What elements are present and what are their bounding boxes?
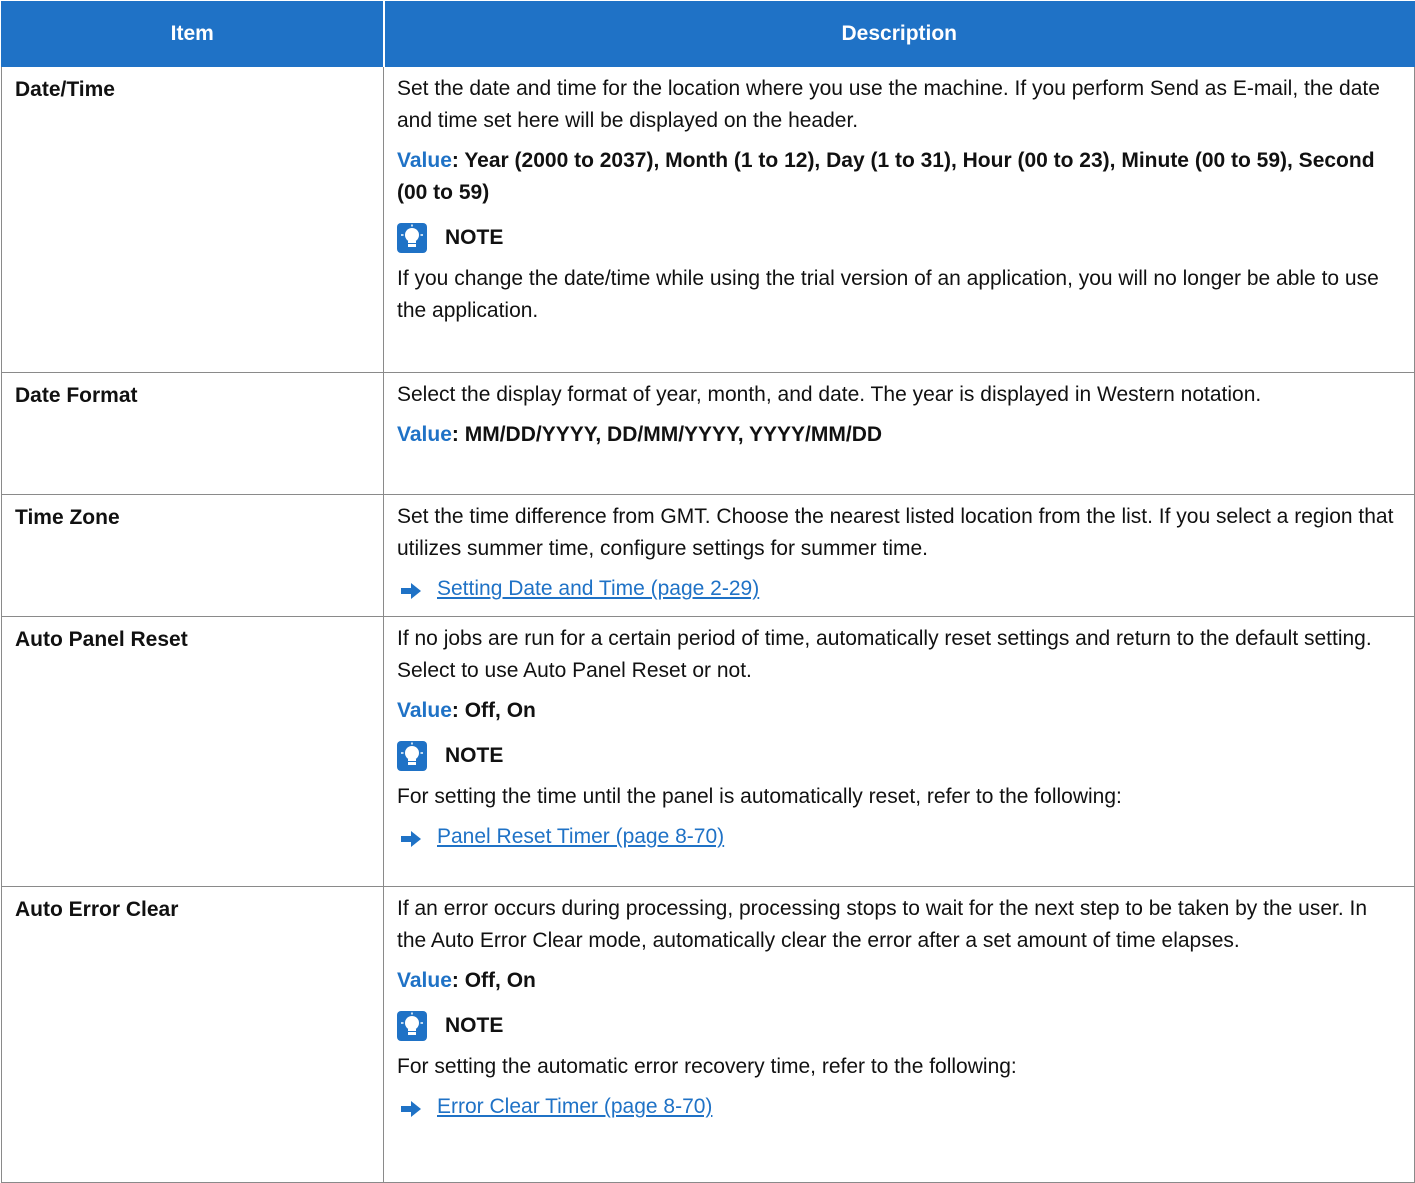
header-row: Item Description (1, 1, 1415, 67)
reference-link-line: Setting Date and Time (page 2-29) (397, 573, 1400, 605)
lightbulb-note-icon (397, 741, 427, 771)
table-row-time-zone: Time Zone Set the time difference from G… (1, 494, 1415, 617)
note-header: NOTE (397, 739, 1400, 773)
value-text: : Year (2000 to 2037), Month (1 to 12), … (397, 149, 1375, 204)
note-title: NOTE (445, 1014, 504, 1037)
description-text: If no jobs are run for a certain period … (397, 627, 1372, 682)
value-line: Value: Off, On (397, 695, 1400, 727)
note-header: NOTE (397, 221, 1400, 255)
note-title: NOTE (445, 226, 504, 249)
value-text: : Off, On (451, 969, 536, 992)
note-title: NOTE (445, 744, 504, 767)
reference-link[interactable]: Panel Reset Timer (page 8-70) (437, 825, 724, 849)
description-text: Select the display format of year, month… (397, 383, 1262, 406)
right-arrow-icon (401, 581, 421, 599)
reference-link[interactable]: Setting Date and Time (page 2-29) (437, 577, 759, 601)
value-line: Value: Year (2000 to 2037), Month (1 to … (397, 145, 1400, 209)
value-label: Value (397, 969, 452, 992)
value-label: Value (397, 149, 452, 172)
table-row-auto-error-clear: Auto Error Clear If an error occurs duri… (1, 886, 1415, 1183)
description-text: Set the time difference from GMT. Choose… (397, 505, 1394, 560)
description-text: If an error occurs during processing, pr… (397, 897, 1368, 952)
header-item: Item (1, 1, 384, 67)
right-arrow-icon (401, 1099, 421, 1117)
value-text: : MM/DD/YYYY, DD/MM/YYYY, YYYY/MM/DD (451, 423, 883, 446)
note-header: NOTE (397, 1009, 1400, 1043)
item-name: Date/Time (1, 66, 384, 373)
description-text: Set the date and time for the location w… (397, 77, 1380, 132)
lightbulb-note-icon (397, 1011, 427, 1041)
item-name: Date Format (1, 372, 384, 495)
table-row-date-time: Date/Time Set the date and time for the … (1, 66, 1415, 373)
note-text: If you change the date/time while using … (397, 267, 1379, 322)
header-description: Description (382, 1, 1415, 67)
item-name: Auto Error Clear (1, 886, 384, 1183)
description-cell: Set the date and time for the location w… (383, 66, 1415, 373)
value-line: Value: MM/DD/YYYY, DD/MM/YYYY, YYYY/MM/D… (397, 419, 1400, 451)
item-name: Time Zone (1, 494, 384, 617)
value-label: Value (397, 699, 452, 722)
reference-link-line: Error Clear Timer (page 8-70) (397, 1091, 1400, 1123)
value-line: Value: Off, On (397, 965, 1400, 997)
table-row-date-format: Date Format Select the display format of… (1, 372, 1415, 495)
note-text: For setting the time until the panel is … (397, 785, 1122, 808)
description-cell: If no jobs are run for a certain period … (383, 616, 1415, 887)
value-label: Value (397, 423, 452, 446)
item-name: Auto Panel Reset (1, 616, 384, 887)
note-text: For setting the automatic error recovery… (397, 1055, 1017, 1078)
lightbulb-note-icon (397, 223, 427, 253)
value-text: : Off, On (451, 699, 536, 722)
reference-link[interactable]: Error Clear Timer (page 8-70) (437, 1095, 712, 1119)
reference-link-line: Panel Reset Timer (page 8-70) (397, 821, 1400, 853)
settings-table: Item Description Date/Time Set the date … (1, 1, 1415, 1183)
table-row-auto-panel-reset: Auto Panel Reset If no jobs are run for … (1, 616, 1415, 887)
description-cell: Select the display format of year, month… (383, 372, 1415, 495)
description-cell: If an error occurs during processing, pr… (383, 886, 1415, 1183)
right-arrow-icon (401, 829, 421, 847)
description-cell: Set the time difference from GMT. Choose… (383, 494, 1415, 617)
